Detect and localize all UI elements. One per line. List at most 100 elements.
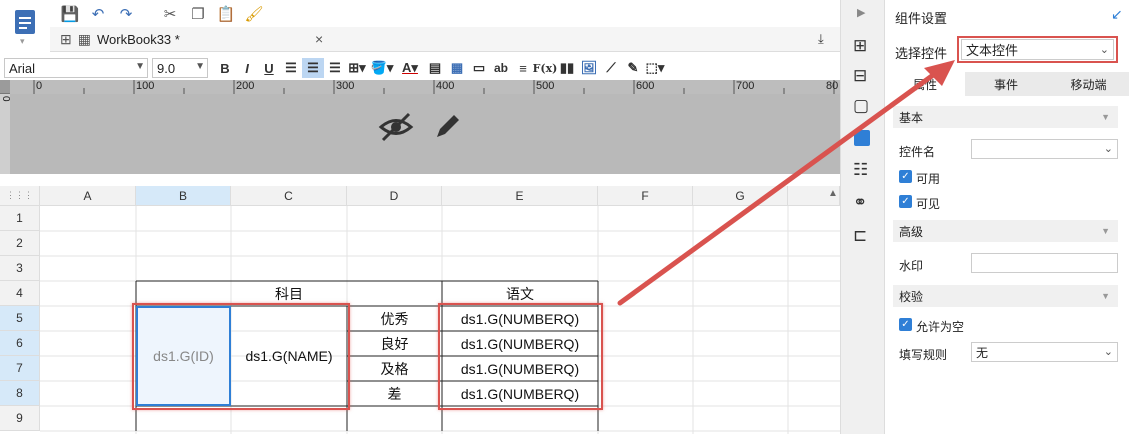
pen-icon[interactable]: ✎ [622, 58, 644, 78]
column-header[interactable]: B [136, 186, 231, 206]
tree-icon[interactable]: ⊏ [853, 226, 867, 246]
panel-title: 组件设置 [895, 11, 948, 26]
collapse-icon[interactable]: ⤓ [818, 31, 824, 47]
list-icon[interactable]: ≡ [512, 58, 534, 78]
allow-empty-checkbox[interactable]: ✓ [899, 318, 912, 331]
sheet-icon: ▦ [77, 31, 91, 47]
column-header[interactable]: E [442, 186, 598, 206]
bold-button[interactable]: B [214, 58, 236, 78]
chevron-down-icon: ▼ [1101, 112, 1110, 122]
hidden-eye-icon[interactable] [378, 112, 414, 142]
undo-icon[interactable]: ↶ [88, 4, 108, 24]
ruler-ticks [33, 80, 835, 94]
column-header[interactable]: A [40, 186, 136, 206]
section-basic[interactable]: 基本 ▼ [893, 106, 1118, 128]
save-icon[interactable]: 💾 [60, 4, 80, 24]
grid-icon[interactable]: ⊞ [60, 31, 72, 48]
column-header[interactable]: F [598, 186, 693, 206]
tab-title: WorkBook33 * [96, 32, 180, 47]
merge-icon[interactable]: ▤ [424, 58, 446, 78]
font-size-select[interactable]: 9.0 ▼ [152, 58, 208, 78]
italic-button[interactable]: I [236, 58, 258, 78]
row-header[interactable]: 5 [0, 306, 40, 331]
cut-icon[interactable]: ✂ [160, 4, 180, 24]
widget-type-select[interactable]: 文本控件 ⌄ [961, 39, 1114, 60]
underline-button[interactable]: U [258, 58, 280, 78]
side-icon-strip: ▶ ⊞ ⊟ ▢ ☷ ⚭ ⊏ [840, 0, 884, 434]
float-element-icon[interactable]: ▢ [853, 96, 869, 116]
paste-icon[interactable]: 📋 [216, 4, 236, 24]
align-left-icon[interactable]: ☰ [280, 58, 302, 78]
widget-name-input[interactable]: ⌄ [971, 139, 1118, 159]
scroll-up-icon[interactable]: ▲ [828, 188, 838, 199]
frame-icon[interactable]: ⬚▾ [644, 58, 666, 78]
watermark-input[interactable] [971, 253, 1118, 273]
row-header[interactable]: 6 [0, 331, 40, 356]
tab-properties[interactable]: 属性 [885, 72, 965, 96]
chevron-down-icon: ▼ [1101, 291, 1110, 301]
tab-row: ⊞ ▦ WorkBook33 * × ⤓ [50, 27, 840, 52]
fill-color-icon[interactable]: 🪣▾ [368, 58, 396, 78]
hyperlink-icon[interactable]: ⚭ [853, 193, 867, 213]
format-painter-icon[interactable]: 🖌 [244, 4, 264, 24]
row-header[interactable]: 1 [0, 206, 40, 231]
enabled-checkbox[interactable]: ✓ [899, 170, 912, 183]
border-icon[interactable]: ⊞▾ [346, 58, 368, 78]
textbox-icon[interactable]: ▭ [468, 58, 490, 78]
chevron-down-icon: ⌄ [1103, 346, 1113, 358]
grade-cell[interactable]: 及格 [347, 356, 442, 381]
column-header[interactable]: G [693, 186, 788, 206]
row-header[interactable]: 7 [0, 356, 40, 381]
row-header[interactable]: 8 [0, 381, 40, 406]
select-all-corner[interactable]: ⋮⋮⋮ [0, 186, 40, 206]
enabled-label: 可用 [916, 172, 941, 186]
spreadsheet-grid[interactable]: ⋮⋮⋮ A B C D E F G ▲ 1 2 3 4 5 6 7 8 9 科目… [0, 186, 840, 434]
spacer [0, 174, 840, 186]
highlight-box [438, 303, 603, 410]
page-header-area [10, 94, 840, 174]
ruler-label: 200 [236, 80, 255, 92]
expand-arrow-icon[interactable]: ▶ [857, 6, 865, 19]
grade-cell[interactable]: 良好 [347, 331, 442, 356]
condition-icon[interactable]: ☷ [853, 160, 868, 180]
chevron-down-icon[interactable]: ▾ [20, 36, 25, 47]
highlight-box [132, 303, 350, 410]
copy-icon[interactable]: ❐ [188, 4, 208, 24]
slash-icon[interactable]: ⟋ [600, 58, 622, 78]
column-header[interactable]: C [231, 186, 347, 206]
section-advanced[interactable]: 高级 ▼ [893, 220, 1118, 242]
grade-cell[interactable]: 差 [347, 381, 442, 406]
font-color-icon[interactable]: A▾ [396, 58, 424, 78]
tab-mobile[interactable]: 移动端 [1047, 72, 1129, 96]
section-validation[interactable]: 校验 ▼ [893, 285, 1118, 307]
redo-icon[interactable]: ↷ [116, 4, 136, 24]
align-center-icon[interactable]: ☰ [302, 58, 324, 78]
grid-icon[interactable]: ▦ [446, 58, 468, 78]
cell-element-icon[interactable]: ⊟ [853, 66, 867, 86]
font-family-select[interactable]: Arial ▼ [4, 58, 148, 78]
tab-events[interactable]: 事件 [965, 72, 1047, 96]
collapse-arrow-icon[interactable]: ↙ [1111, 6, 1123, 23]
row-header[interactable]: 9 [0, 406, 40, 431]
cell-attr-icon[interactable]: ⊞ [853, 36, 867, 56]
align-right-icon[interactable]: ☰ [324, 58, 346, 78]
formula-button[interactable]: F(x) [533, 58, 558, 78]
visible-checkbox[interactable]: ✓ [899, 195, 912, 208]
workbook-tab[interactable]: ⊞ ▦ WorkBook33 * × [60, 27, 330, 52]
row-header[interactable]: 3 [0, 256, 40, 281]
row-header[interactable]: 4 [0, 281, 40, 306]
edit-pencil-icon[interactable] [432, 110, 462, 142]
text-tool-button[interactable]: ab [490, 58, 512, 78]
chevron-down-icon[interactable]: ⌄ [1100, 43, 1109, 56]
grade-cell[interactable]: 优秀 [347, 306, 442, 331]
watermark-label: 水印 [899, 259, 924, 273]
fill-rule-select[interactable]: 无 ⌄ [971, 342, 1118, 362]
widget-settings-icon[interactable] [854, 130, 870, 146]
column-header[interactable]: D [347, 186, 442, 206]
close-icon[interactable]: × [315, 31, 323, 47]
chart-icon[interactable]: ▮▮ [556, 58, 578, 78]
template-icon[interactable] [13, 8, 37, 36]
image-icon[interactable]: 🖼 [578, 58, 600, 78]
visible-label: 可见 [916, 197, 941, 211]
row-header[interactable]: 2 [0, 231, 40, 256]
